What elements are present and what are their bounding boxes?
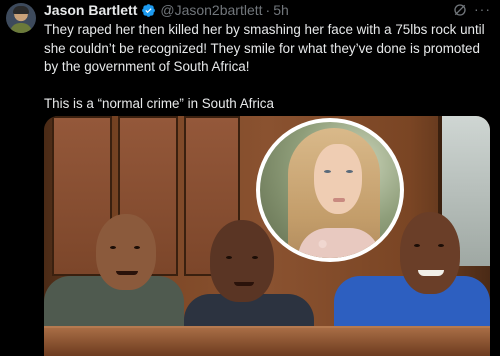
portrait-eye <box>346 170 353 173</box>
verified-badge-icon <box>142 3 156 17</box>
author-handle[interactable]: @Jason2bartlett <box>160 2 262 18</box>
portrait-dress <box>298 228 380 258</box>
separator-dot: · <box>265 2 271 18</box>
more-options-icon[interactable]: ··· <box>474 2 492 17</box>
avatar-body <box>10 23 32 33</box>
grok-icon[interactable] <box>452 2 468 18</box>
avatar-hat <box>13 6 29 14</box>
portrait-lips <box>333 198 345 202</box>
post-text-paragraph-2: This is a “normal crime” in South Africa <box>44 96 274 111</box>
portrait-face <box>314 144 362 214</box>
portrait-eye <box>324 170 331 173</box>
post-body: They raped her then killed her by smashi… <box>44 21 496 114</box>
courtroom-bench <box>44 326 490 356</box>
post-timestamp[interactable]: 5h <box>273 2 289 18</box>
post-text-paragraph-1: They raped her then killed her by smashi… <box>44 22 485 74</box>
post-header: Jason Bartlett @Jason2bartlett · 5h <box>44 1 289 19</box>
inset-portrait-image <box>256 118 404 262</box>
author-display-name[interactable]: Jason Bartlett <box>44 2 137 18</box>
author-avatar[interactable] <box>6 3 36 33</box>
